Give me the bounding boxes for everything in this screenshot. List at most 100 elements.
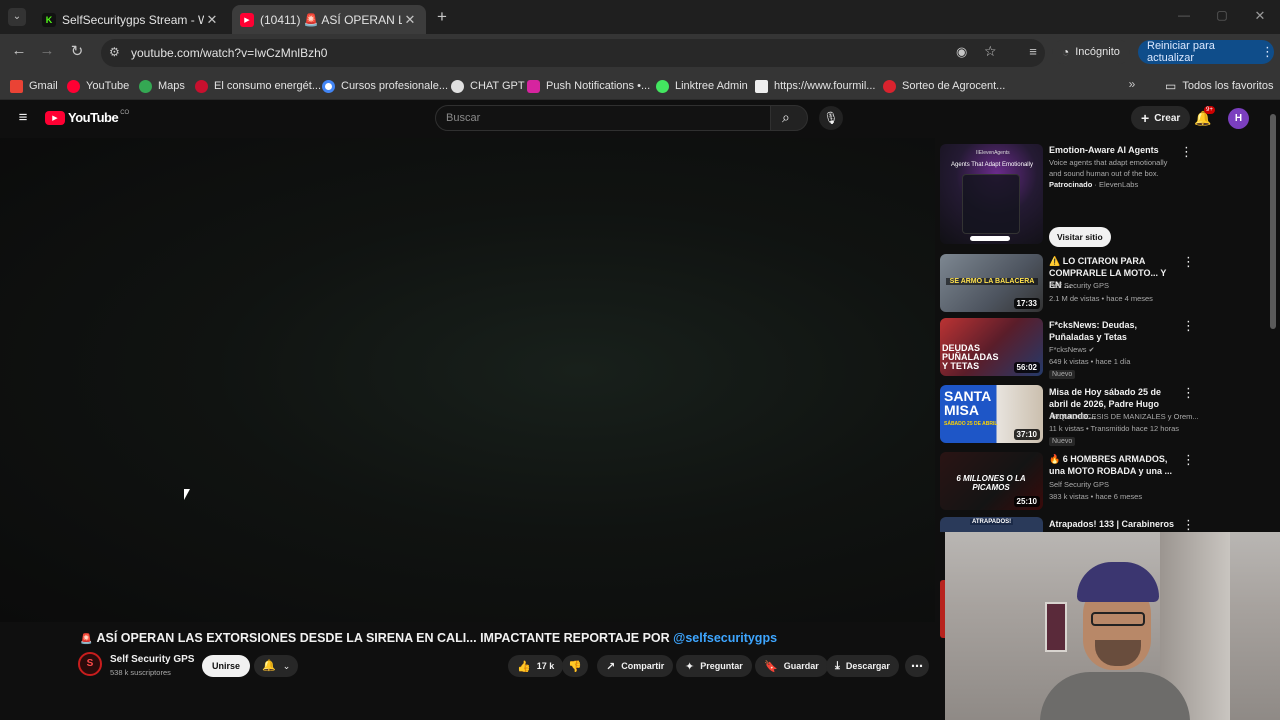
search-input[interactable]: Buscar — [435, 105, 771, 131]
more-actions-button[interactable]: ⋯ — [905, 655, 929, 677]
ad-description: Voice agents that adapt emotionally and … — [1049, 158, 1168, 178]
avatar[interactable]: H — [1228, 108, 1249, 129]
bookmark-gmail[interactable]: Gmail — [10, 76, 58, 96]
video-thumbnail: DEUDAS PUÑALADAS Y TETAS 56:02 — [940, 318, 1043, 376]
ad-brand-text: IIElevenAgents — [976, 150, 1010, 156]
bookmark-sorteo[interactable]: Sorteo de Agrocent... — [883, 76, 1005, 96]
search-button[interactable]: ⌕ — [770, 105, 808, 131]
site-info-icon[interactable]: ⚙ — [109, 45, 120, 59]
related-video-item[interactable]: 6 MILLONES O LA PICAMOS 25:10 🔥 6 HOMBRE… — [940, 452, 1260, 514]
related-video-item[interactable]: SANTA MISA SÁBADO 25 DE ABRIL 37:10 Misa… — [940, 385, 1260, 447]
channel-mention-link[interactable]: @selfsecuritygps — [673, 631, 777, 645]
ask-button[interactable]: ✦ Preguntar — [676, 655, 752, 677]
youtube-favicon-icon: ▶ — [240, 12, 254, 27]
notifications-button[interactable]: 🔔 9+ — [1194, 106, 1215, 128]
kick-favicon-icon: K — [42, 12, 56, 27]
sponsored-label: Patrocinado — [1049, 180, 1093, 189]
close-tab-icon[interactable]: ✕ — [204, 12, 220, 28]
channel-name: ARQUIDIOCESIS DE MANIZALES y Orem... — [1049, 412, 1199, 421]
ad-thumb-heading: Agents That Adapt Emotionally — [951, 162, 1033, 168]
forward-icon[interactable]: → — [38, 42, 56, 59]
subscription-bell-button[interactable]: 🔔 ⌄ — [254, 655, 299, 677]
all-bookmarks-folder[interactable]: ▭ Todos los favoritos — [1165, 76, 1273, 96]
duration-badge: 25:10 — [1013, 496, 1040, 507]
close-tab-icon[interactable]: ✕ — [402, 12, 418, 28]
bookmark-push-notifications[interactable]: Push Notifications •... — [527, 76, 650, 96]
tracking-protection-icon[interactable]: ◉ — [956, 44, 967, 60]
subscriber-count: 538 k suscriptores — [110, 668, 171, 677]
more-vertical-icon[interactable]: ⋮ — [1182, 318, 1195, 334]
bookmark-maps[interactable]: Maps — [139, 76, 185, 96]
create-button[interactable]: + Crear — [1131, 106, 1191, 130]
ad-menu-icon[interactable]: ⋮ — [1180, 144, 1193, 160]
channel-avatar[interactable]: S — [78, 652, 102, 676]
new-tab-button[interactable]: + — [432, 7, 452, 27]
more-bookmarks-icon[interactable]: » — [1124, 77, 1140, 91]
maximize-window-icon[interactable]: ▢ — [1214, 8, 1230, 22]
duration-badge: 37:10 — [1013, 429, 1040, 440]
channel-name: Self Security GPS — [1049, 281, 1110, 290]
ad-title[interactable]: Emotion-Aware AI Agents — [1049, 145, 1159, 155]
gmail-icon — [10, 79, 23, 93]
channel-name: Self Security GPS — [1049, 480, 1110, 489]
visit-site-button[interactable]: Visitar sitio — [1049, 227, 1111, 247]
close-window-icon[interactable]: ✕ — [1252, 8, 1268, 24]
instagram-icon — [527, 79, 540, 93]
share-button[interactable]: ↗ Compartir — [597, 655, 674, 677]
site-icon — [755, 79, 768, 93]
video-title: Atrapados! 133 | Carabineros — [1049, 519, 1175, 529]
download-button[interactable]: ⤓ Descargar — [826, 655, 899, 677]
thumbs-down-icon: 👎 — [568, 660, 582, 673]
save-button[interactable]: 🔖 Guardar — [755, 655, 828, 677]
bookmark-cursos[interactable]: Cursos profesionale... — [322, 76, 448, 96]
linktree-icon — [656, 79, 669, 93]
reload-icon[interactable]: ↻ — [68, 42, 86, 60]
reading-list-icon[interactable]: ≡ — [1024, 44, 1042, 59]
bookmark-fourmilab[interactable]: https://www.fourmil... — [755, 76, 875, 96]
more-vertical-icon[interactable]: ⋮ — [1182, 452, 1195, 468]
youtube-logo[interactable]: ▶ YouTube CO — [45, 110, 129, 125]
youtube-icon — [67, 79, 80, 93]
tab-search-chevron-icon[interactable]: ⌄ — [8, 8, 26, 26]
join-button[interactable]: Unirse — [202, 655, 251, 677]
bookmark-star-icon[interactable]: ☆ — [984, 43, 997, 60]
related-video-item[interactable]: DEUDAS PUÑALADAS Y TETAS 56:02 F*cksNews… — [940, 318, 1260, 380]
search-icon: ⌕ — [782, 109, 790, 125]
bookmark-linktree[interactable]: Linktree Admin — [656, 76, 748, 96]
dislike-button[interactable]: 👎 — [562, 655, 588, 677]
more-vertical-icon[interactable]: ⋮ — [1182, 254, 1195, 270]
guide-menu-icon[interactable]: ≡ — [14, 109, 32, 126]
tab-youtube-video[interactable]: ▶ (10411) 🚨 ASÍ OPERAN LAS E ✕ — [232, 5, 426, 34]
incognito-indicator[interactable]: ◔ Incógnito — [1052, 40, 1130, 64]
channel-name[interactable]: Self Security GPS — [110, 654, 194, 665]
ad-thumbnail[interactable]: IIElevenAgents Agents That Adapt Emotion… — [940, 144, 1043, 244]
related-video-item[interactable]: SE ARMO LA BALACERA 17:33 ⚠️ LO CITARON … — [940, 254, 1260, 316]
video-meta: 11 k vistas • Transmitido hace 12 horas — [1049, 424, 1180, 433]
site-icon — [883, 79, 896, 93]
video-player[interactable] — [0, 138, 935, 622]
voice-search-button[interactable]: 🎙 — [819, 106, 843, 130]
ad-thumb-pill — [970, 236, 1010, 241]
url-text[interactable]: youtube.com/watch?v=IwCzMnlBzh0 — [131, 46, 327, 60]
bell-icon: 🔔 — [262, 660, 276, 672]
video-meta: 2.1 M de vistas • hace 4 meses — [1049, 294, 1153, 303]
address-bar[interactable]: ⚙ youtube.com/watch?v=IwCzMnlBzh0 ◉ ☆ — [101, 39, 1045, 67]
more-vertical-icon[interactable]: ⋮ — [1182, 517, 1195, 532]
bookmark-youtube[interactable]: YouTube — [67, 76, 129, 96]
channel-name: F*cksNews ✔ — [1049, 345, 1095, 354]
related-video-item[interactable]: ATRAPADOS! Atrapados! 133 | Carabineros … — [940, 517, 1260, 532]
back-icon[interactable]: ← — [10, 42, 28, 59]
tab-selfsecurity-stream[interactable]: K SelfSecuritygps Stream - Watch ✕ — [34, 5, 228, 34]
bookmark-icon: 🔖 — [764, 660, 778, 673]
update-browser-button[interactable]: Reiniciar para actualizar ⋮ — [1138, 40, 1274, 64]
browser-tab-strip: ⌄ K SelfSecuritygps Stream - Watch ✕ ▶ (… — [0, 0, 1280, 34]
bookmark-consumo[interactable]: El consumo energét... — [195, 76, 321, 96]
like-button[interactable]: 👍 17 k — [508, 655, 564, 677]
more-vertical-icon[interactable]: ⋮ — [1182, 385, 1195, 401]
video-title: 🚨 ASÍ OPERAN LAS EXTORSIONES DESDE LA SIR… — [80, 631, 778, 645]
minimize-window-icon[interactable]: — — [1176, 8, 1192, 22]
browser-menu-icon[interactable]: ⋮ — [1261, 44, 1274, 60]
mouse-cursor-icon — [184, 489, 190, 500]
bookmark-chatgpt[interactable]: CHAT GPT — [451, 76, 525, 96]
page-scrollbar[interactable] — [1270, 114, 1276, 329]
